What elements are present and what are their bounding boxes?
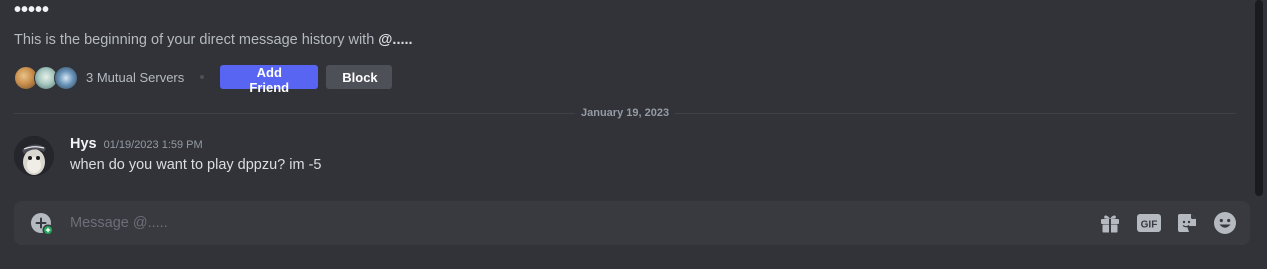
gif-icon[interactable]: GIF	[1136, 211, 1162, 235]
chat-scrollbar-thumb[interactable]	[1255, 0, 1263, 196]
sticker-icon[interactable]	[1174, 211, 1200, 235]
dm-intro-actions: 3 Mutual Servers Add Friend Block	[14, 65, 393, 95]
mutual-servers-icons[interactable]	[14, 65, 80, 90]
svg-text:GIF: GIF	[1141, 220, 1158, 231]
block-button[interactable]: Block	[326, 65, 393, 89]
message-timestamp: 01/19/2023 1:59 PM	[103, 139, 203, 151]
chat-scrollbar[interactable]	[1255, 0, 1263, 196]
message-input[interactable]	[70, 212, 1080, 234]
mutual-servers-link[interactable]: 3 Mutual Servers	[86, 70, 184, 85]
message-username[interactable]: Hys	[70, 136, 97, 152]
dm-intro-text: This is the beginning of your direct mes…	[14, 32, 379, 48]
server-icon	[54, 66, 78, 90]
avatar[interactable]	[14, 136, 54, 176]
plus-circle-icon[interactable]	[30, 212, 54, 236]
message-header: Hys 01/19/2023 1:59 PM	[70, 136, 203, 152]
chat-scroller: ••••• This is the beginning of your dire…	[0, 0, 1253, 200]
add-friend-button[interactable]: Add Friend	[220, 65, 319, 95]
dm-recipient-name: •••••	[14, 0, 50, 21]
avatar-image	[14, 136, 54, 176]
message-item: Hys 01/19/2023 1:59 PM when do you want …	[0, 130, 1253, 184]
message-composer: GIF	[14, 201, 1250, 245]
dm-intro-handle: @.....	[378, 32, 413, 48]
date-divider-label: January 19, 2023	[575, 106, 676, 120]
message-content: when do you want to play dppzu? im -5	[70, 157, 322, 173]
separator-dot	[200, 75, 205, 79]
dm-intro-description: This is the beginning of your direct mes…	[14, 31, 413, 49]
emoji-icon[interactable]	[1212, 211, 1238, 235]
gift-icon[interactable]	[1097, 211, 1123, 235]
